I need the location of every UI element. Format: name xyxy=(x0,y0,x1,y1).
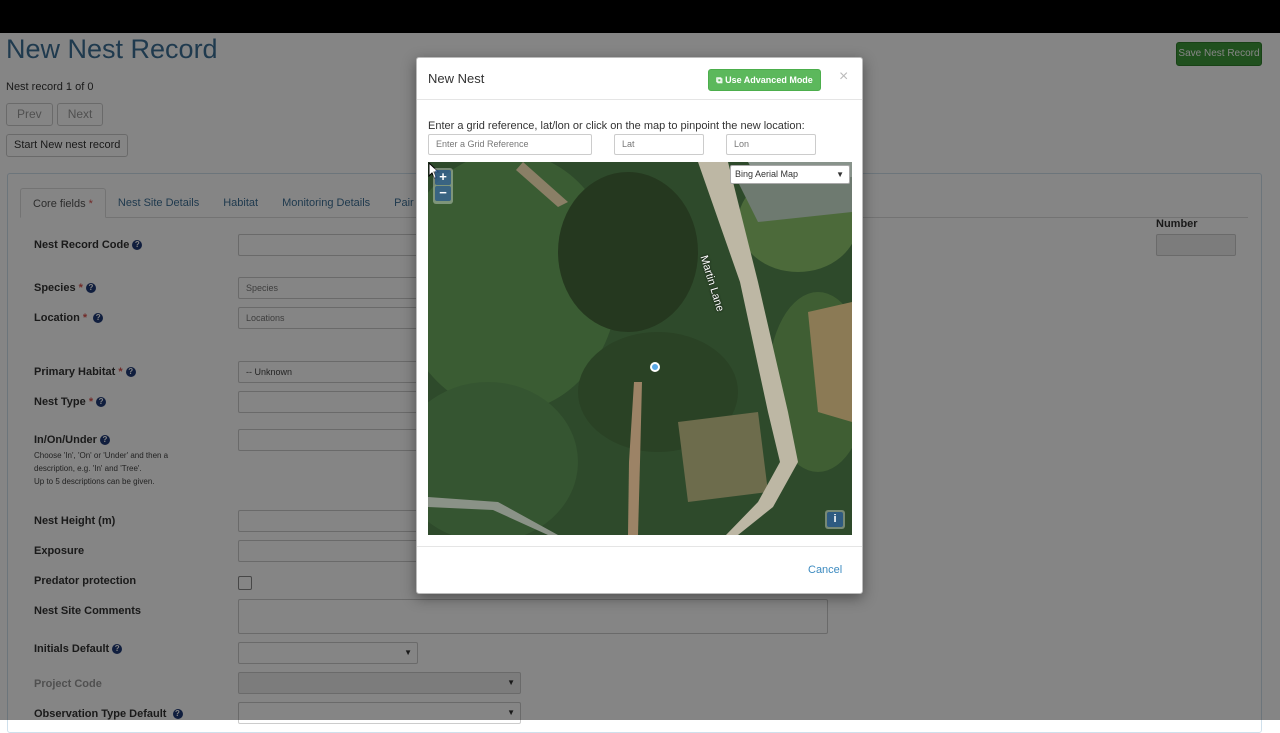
chevron-down-icon: ▼ xyxy=(836,170,844,179)
zoom-out-button[interactable]: − xyxy=(435,186,451,201)
location-marker-icon[interactable] xyxy=(650,362,660,372)
grid-reference-input[interactable]: Enter a Grid Reference xyxy=(428,134,592,155)
layer-select-value: Bing Aerial Map xyxy=(735,169,799,179)
modal-footer-divider xyxy=(417,546,862,547)
new-nest-modal: New Nest ⧉ Use Advanced Mode × Enter a g… xyxy=(416,57,863,594)
external-link-icon: ⧉ xyxy=(716,75,723,85)
close-icon[interactable]: × xyxy=(839,68,848,86)
cancel-button[interactable]: Cancel xyxy=(808,564,842,576)
map-info-control: i xyxy=(825,510,845,529)
modal-header: New Nest ⧉ Use Advanced Mode × xyxy=(417,58,862,100)
info-icon[interactable]: i xyxy=(827,512,843,527)
modal-title: New Nest xyxy=(428,71,485,86)
zoom-in-button[interactable]: + xyxy=(435,170,451,185)
aerial-imagery xyxy=(428,162,852,535)
use-advanced-mode-button[interactable]: ⧉ Use Advanced Mode xyxy=(708,69,821,91)
top-black-bar xyxy=(0,0,1280,33)
lon-input[interactable]: Lon xyxy=(726,134,816,155)
zoom-control: + − xyxy=(433,168,453,204)
lat-input[interactable]: Lat xyxy=(614,134,704,155)
location-instruction: Enter a grid reference, lat/lon or click… xyxy=(428,120,805,132)
button-label: Use Advanced Mode xyxy=(725,75,813,85)
map-layer-select[interactable]: Bing Aerial Map ▼ xyxy=(730,165,850,184)
aerial-map[interactable]: Martin Lane + − Bing Aerial Map ▼ i xyxy=(428,162,852,535)
